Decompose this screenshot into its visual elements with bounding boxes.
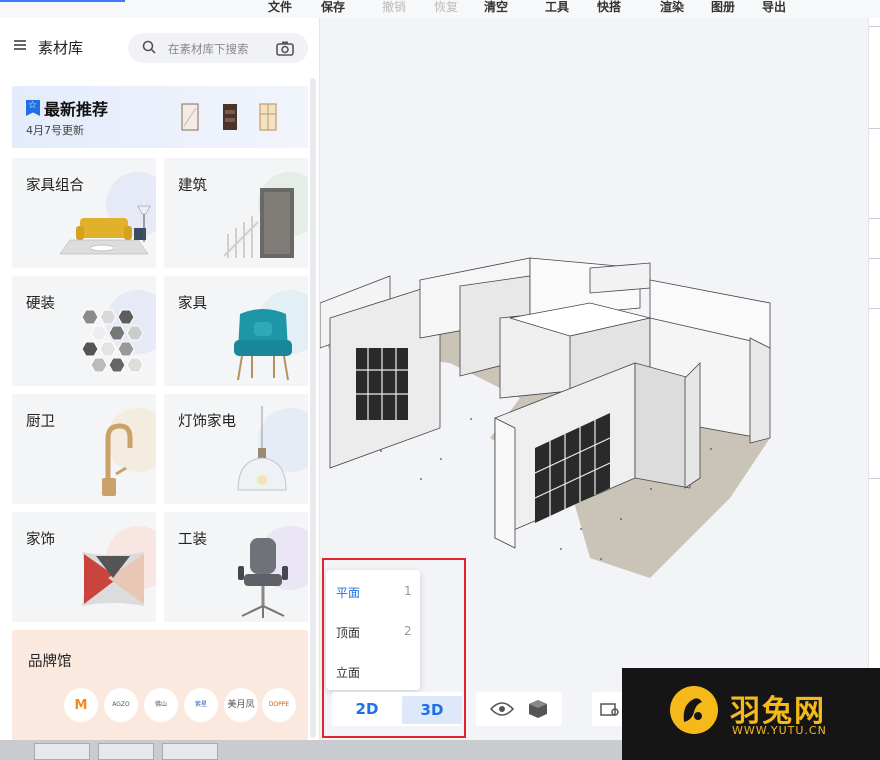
right-tool-strip	[868, 18, 880, 740]
shelf-thumbnail	[259, 103, 277, 131]
star-badge-icon: ☆	[26, 100, 40, 116]
display-tools	[476, 692, 562, 726]
brand-logo[interactable]: 紫星	[184, 688, 218, 722]
brand-logo[interactable]: DOPPE	[262, 688, 296, 722]
highlight-box	[322, 558, 466, 738]
menu-file[interactable]: 文件	[268, 0, 292, 15]
category-label: 厨卫	[26, 414, 55, 430]
material-library-panel: 素材库 在素材库下搜索 ☆ 最新推荐 4月7号更新 家具组合 建筑 硬装 家具 …	[0, 18, 320, 740]
menu-undo[interactable]: 撤销	[382, 0, 406, 15]
door-stairs-image	[223, 188, 294, 258]
category-label: 家具组合	[26, 178, 84, 194]
office-chair-image	[238, 538, 288, 618]
cabinet-thumbnail	[223, 104, 237, 130]
hex-tiles-image	[81, 309, 144, 373]
brand-hall-label: 品牌馆	[28, 654, 72, 670]
panel-scrollbar[interactable]	[310, 78, 316, 738]
taskbar-app[interactable]	[98, 743, 154, 760]
category-architecture[interactable]: 建筑	[164, 158, 308, 268]
category-hard-decoration[interactable]: 硬装	[12, 276, 156, 386]
category-home-decor[interactable]: 家饰	[12, 512, 156, 622]
brand-hall-section[interactable]: 品牌馆 M AGZO 佛山 紫星 美月凤 DOPPE	[12, 630, 308, 740]
panel-header: 素材库 在素材库下搜索	[0, 18, 319, 74]
site-watermark: 羽兔网 WWW.YUTU.CN	[622, 668, 880, 760]
brand-logo[interactable]: M	[64, 688, 98, 722]
search-box[interactable]: 在素材库下搜索	[128, 33, 308, 63]
menu-tools[interactable]: 工具	[545, 0, 569, 15]
armchair-image	[234, 309, 292, 381]
search-icon	[142, 40, 156, 54]
camera-icon[interactable]	[276, 40, 294, 56]
camera-tools	[592, 692, 624, 726]
cube-icon[interactable]	[528, 699, 548, 719]
menu-export[interactable]: 导出	[762, 0, 786, 15]
category-lighting-appliances[interactable]: 灯饰家电	[164, 394, 308, 504]
menu-quick-build[interactable]: 快搭	[597, 0, 621, 15]
category-label: 家具	[178, 296, 207, 312]
brand-logo[interactable]: 佛山	[144, 688, 178, 722]
sofa-set-image	[59, 205, 151, 255]
category-label: 灯饰家电	[178, 414, 236, 430]
menu-redo[interactable]: 恢复	[434, 0, 458, 15]
rabbit-logo-icon	[670, 686, 718, 734]
category-label: 工装	[178, 532, 207, 548]
menu-save[interactable]: 保存	[321, 0, 345, 15]
watermark-brand-en: WWW.YUTU.CN	[732, 724, 827, 737]
recommend-title: 最新推荐	[44, 100, 109, 119]
camera-settings-icon[interactable]	[600, 701, 620, 717]
menu-clear[interactable]: 清空	[484, 0, 508, 15]
category-label: 家饰	[26, 532, 55, 548]
panel-title: 素材库	[38, 39, 84, 57]
menu-render[interactable]: 渲染	[660, 0, 684, 15]
category-label: 硬装	[26, 296, 55, 312]
menu-atlas[interactable]: 图册	[711, 0, 735, 15]
taskbar-app[interactable]	[162, 743, 218, 760]
category-label: 建筑	[178, 178, 207, 194]
progress-line	[0, 0, 125, 2]
brand-logo[interactable]: 美月凤	[224, 688, 258, 722]
eye-icon[interactable]	[490, 701, 514, 717]
cushion-image	[82, 552, 144, 606]
category-kitchen-bath[interactable]: 厨卫	[12, 394, 156, 504]
category-furniture[interactable]: 家具	[164, 276, 308, 386]
top-menu-bar: 文件 保存 撤销 恢复 清空 工具 快搭 渲染 图册 导出	[0, 0, 880, 18]
latest-recommend-banner[interactable]: ☆ 最新推荐 4月7号更新	[12, 86, 308, 148]
taskbar-app[interactable]	[34, 743, 90, 760]
brand-logo[interactable]: AGZO	[104, 688, 138, 722]
wardrobe-thumbnail	[181, 103, 199, 131]
pendant-lamp-image	[237, 406, 287, 491]
recommend-subtitle: 4月7号更新	[26, 124, 84, 137]
category-furniture-set[interactable]: 家具组合	[12, 158, 156, 268]
list-icon[interactable]	[14, 40, 26, 50]
faucet-image	[102, 423, 133, 496]
category-commercial[interactable]: 工装	[164, 512, 308, 622]
search-placeholder: 在素材库下搜索	[168, 42, 249, 56]
